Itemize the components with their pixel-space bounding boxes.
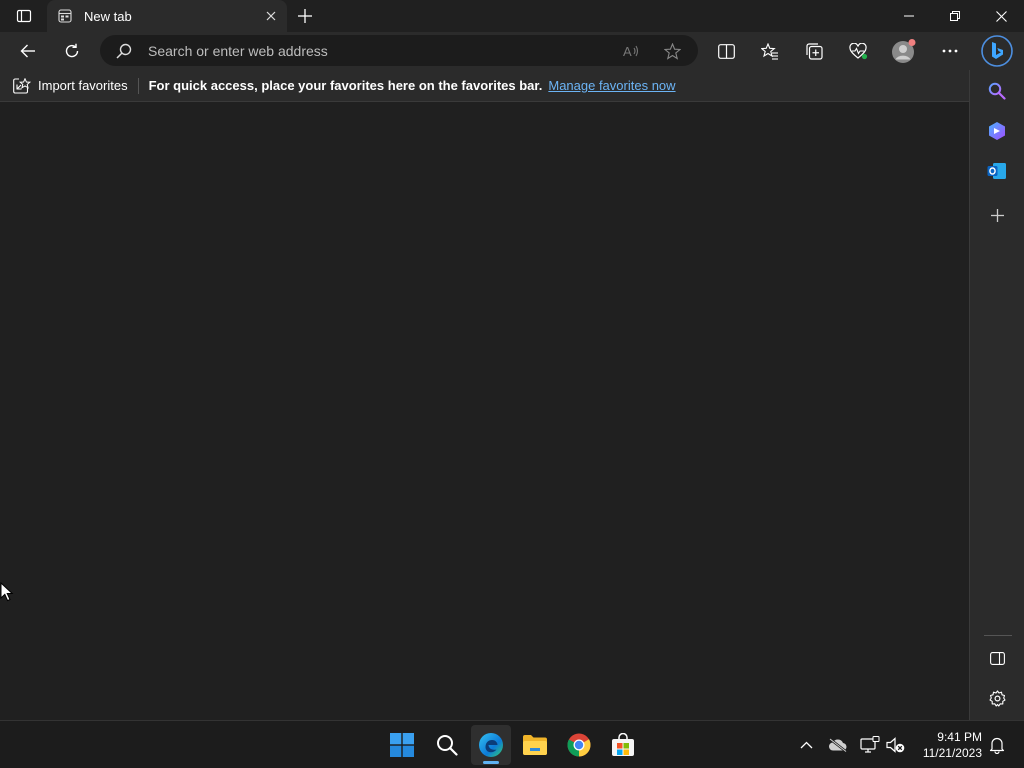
close-window-button[interactable] xyxy=(978,0,1024,32)
address-input[interactable] xyxy=(148,35,608,66)
network-icon xyxy=(860,736,880,753)
refresh-icon xyxy=(65,43,79,58)
taskbar-file-explorer-button[interactable] xyxy=(515,725,555,765)
favorites-bar-message: For quick access, place your favorites h… xyxy=(148,78,543,93)
close-tab-icon[interactable] xyxy=(257,2,285,30)
search-icon xyxy=(116,43,132,59)
page-content[interactable] xyxy=(0,102,969,720)
notification-bell-icon xyxy=(989,737,1005,754)
outlook-icon xyxy=(987,163,1006,179)
notifications-button[interactable] xyxy=(985,733,1009,757)
minimize-button[interactable] xyxy=(886,0,932,32)
favorites-button[interactable] xyxy=(754,35,786,67)
sidebar-copilot-button[interactable] xyxy=(982,116,1012,146)
taskbar-clock[interactable]: 9:41 PM 11/21/2023 xyxy=(912,729,982,761)
split-screen-icon xyxy=(717,43,735,59)
navigation-toolbar: A xyxy=(0,32,1024,70)
tab-actions-icon xyxy=(16,9,32,23)
plus-icon xyxy=(298,9,312,23)
browser-essentials-button[interactable] xyxy=(842,35,874,67)
taskbar-microsoft-store-button[interactable] xyxy=(603,725,643,765)
chevron-up-icon xyxy=(800,741,812,749)
hide-sidebar-icon xyxy=(989,651,1005,665)
import-favorites-label: Import favorites xyxy=(38,78,128,93)
hide-sidebar-button[interactable] xyxy=(982,643,1012,673)
show-hidden-icons-button[interactable] xyxy=(794,733,818,757)
edge-icon xyxy=(479,733,503,757)
search-icon xyxy=(988,82,1006,100)
import-favorites-icon xyxy=(13,77,31,94)
copilot-icon xyxy=(989,122,1005,140)
svg-text:A: A xyxy=(623,44,632,59)
refresh-button[interactable] xyxy=(56,35,88,67)
network-tray-button[interactable] xyxy=(858,733,882,757)
volume-muted-icon xyxy=(886,737,905,753)
add-favorite-star-icon[interactable] xyxy=(663,42,681,60)
add-icon xyxy=(990,208,1004,222)
more-ellipsis-icon xyxy=(942,49,958,53)
copilot-button[interactable] xyxy=(980,34,1014,68)
search-icon xyxy=(437,735,458,756)
clock-time: 9:41 PM xyxy=(937,730,982,744)
restore-button[interactable] xyxy=(932,0,978,32)
settings-and-more-button[interactable] xyxy=(934,35,966,67)
taskbar-edge-button[interactable] xyxy=(471,725,511,765)
favorites-bar-divider xyxy=(137,77,139,94)
restore-icon xyxy=(950,11,960,21)
sidebar-add-button[interactable] xyxy=(982,200,1012,230)
manage-favorites-link[interactable]: Manage favorites now xyxy=(548,78,675,93)
volume-tray-button[interactable] xyxy=(884,733,908,757)
close-icon xyxy=(995,10,1007,22)
file-explorer-folder-icon xyxy=(523,735,547,755)
collections-button[interactable] xyxy=(798,35,830,67)
tab-actions-button[interactable] xyxy=(8,4,40,28)
windows-taskbar: 9:41 PM 11/21/2023 xyxy=(0,720,1024,768)
minimize-icon xyxy=(904,15,914,17)
taskbar-chrome-button[interactable] xyxy=(559,725,599,765)
onedrive-offline-icon xyxy=(829,738,847,752)
taskbar-start-button[interactable] xyxy=(382,725,422,765)
sidebar-settings-button[interactable] xyxy=(982,683,1012,713)
split-screen-button[interactable] xyxy=(710,35,742,67)
import-favorites-button[interactable]: Import favorites xyxy=(13,74,128,98)
settings-gear-icon xyxy=(988,689,1006,707)
back-arrow-icon xyxy=(20,44,35,58)
favorites-bar: Import favorites For quick access, place… xyxy=(0,70,969,102)
profile-avatar-icon xyxy=(892,39,916,63)
microsoft-store-icon xyxy=(612,733,634,756)
chrome-icon xyxy=(567,733,591,757)
bing-copilot-icon xyxy=(981,35,1013,67)
browser-essentials-heart-icon xyxy=(848,42,867,59)
favorites-list-icon xyxy=(761,42,778,60)
title-bar: New tab xyxy=(0,0,1024,32)
edge-sidebar xyxy=(969,70,1024,720)
back-button[interactable] xyxy=(12,35,44,67)
profile-button[interactable] xyxy=(888,35,920,67)
sidebar-search-button[interactable] xyxy=(982,76,1012,106)
new-tab-button[interactable] xyxy=(291,2,319,30)
new-tab-page-icon xyxy=(57,8,73,24)
address-bar[interactable]: A xyxy=(100,35,698,66)
windows-start-icon xyxy=(390,733,414,757)
tab-title: New tab xyxy=(84,8,132,24)
taskbar-search-button[interactable] xyxy=(427,725,467,765)
onedrive-tray-button[interactable] xyxy=(826,733,850,757)
sidebar-divider xyxy=(984,635,1012,636)
collections-icon xyxy=(805,42,823,60)
mouse-cursor-icon xyxy=(0,582,14,602)
active-app-indicator xyxy=(483,761,499,764)
sidebar-outlook-button[interactable] xyxy=(982,156,1012,186)
tab-new-tab[interactable]: New tab xyxy=(47,0,287,32)
clock-date: 11/21/2023 xyxy=(922,746,982,760)
read-aloud-icon[interactable]: A xyxy=(623,42,641,60)
